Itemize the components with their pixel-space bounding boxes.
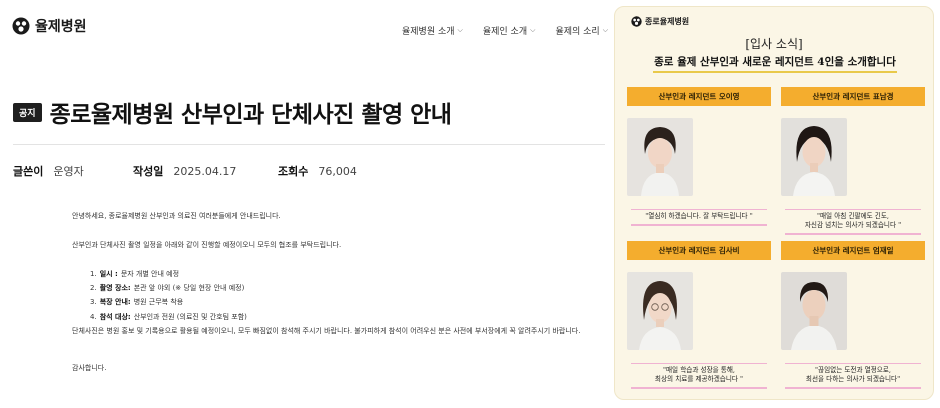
list-label: 복장 안내: <box>99 298 131 307</box>
main-nav: 율제병원 소개 ⌵ 율제인 소개 ⌵ 율제의 소리 ⌵ <box>402 24 608 37</box>
quote-line: "매일 학습과 성장을 통해, <box>662 366 736 374</box>
resident-card: 산부인과 레지던트 김사비 "매일 학습과 성장을 통해, 최상의 치료를 제공… <box>627 241 771 389</box>
nav-item-about[interactable]: 율제병원 소개 ⌵ <box>402 24 463 37</box>
list-number: 2. <box>90 284 97 293</box>
nav-item-staff[interactable]: 율제인 소개 ⌵ <box>483 24 536 37</box>
list-number: 3. <box>90 298 97 307</box>
meta-views: 조회수 76,004 <box>278 163 357 179</box>
greeting-text: 안녕하세요, 종로율제병원 산부인과 의료진 여러분들에게 안내드립니다. <box>72 212 281 220</box>
nav-label: 율제의 소리 <box>555 27 600 37</box>
poster-logo: 종로율제병원 <box>631 16 689 27</box>
title-divider <box>13 144 605 145</box>
resident-card: 산부인과 레지던트 오이영 "열심히 하겠습니다. 잘 부탁드립니다 " <box>627 87 771 226</box>
chevron-down-icon: ⌵ <box>530 26 536 34</box>
page-title: 종로율제병원 산부인과 단체사진 촬영 안내 <box>49 102 452 128</box>
list-item: 3. 복장 안내: 병원 근무복 착용 <box>90 297 612 307</box>
meta-date: 작성일 2025.04.17 <box>133 163 278 179</box>
quote-line: "매일 아침 긴팔에도 긴도, <box>816 212 890 220</box>
resident-name-label: 산부인과 레지던트 표남경 <box>781 87 925 106</box>
list-label: 촬영 장소: <box>99 284 131 293</box>
poster-logo-text: 종로율제병원 <box>645 17 690 26</box>
views-value: 76,004 <box>318 165 357 178</box>
resident-portrait <box>627 118 693 196</box>
quote-line: 최상의 치료를 제공하겠습니다 " <box>654 375 744 383</box>
notice-badge: 공지 <box>13 102 42 122</box>
author-label: 글쓴이 <box>13 165 44 178</box>
closing-text: 감사합니다. <box>72 363 107 372</box>
post-meta: 글쓴이 운영자 작성일 2025.04.17 조회수 76,004 <box>13 163 357 179</box>
list-text: 병원 근무복 착용 <box>133 298 184 307</box>
quote-line: 자신감 넘치는 의사가 되겠습니다 " <box>804 221 902 229</box>
resident-card: 산부인과 레지던트 표남경 "매일 아침 긴팔에도 긴도, 자신감 넘치는 의사… <box>781 87 925 235</box>
resident-portrait <box>627 272 693 350</box>
chevron-down-icon: ⌵ <box>457 26 463 34</box>
list-number: 1. <box>90 270 97 278</box>
logo-emblem-icon <box>631 16 642 27</box>
nav-label: 율제병원 소개 <box>402 27 455 37</box>
resident-announcement-poster: 종로율제병원 [입사 소식] 종로 율제 산부인과 새로운 레지던트 4인을 소… <box>614 6 934 400</box>
nav-item-voice[interactable]: 율제의 소리 ⌵ <box>555 24 608 37</box>
note-text: 단체사진은 병원 홍보 및 기록용으로 활용될 예정이오니, 모두 빠짐없이 참… <box>72 326 581 335</box>
list-text: 문자 개별 안내 예정 <box>120 270 180 278</box>
subheading-underline <box>653 71 897 73</box>
poster-heading: [입사 소식] <box>745 37 803 51</box>
list-label: 참석 대상: <box>99 312 131 321</box>
resident-card: 산부인과 레지던트 엄재일 "끊임없는 도전과 열정으로, 최선을 다하는 의사… <box>781 241 925 389</box>
poster-subheading: 종로 율제 산부인과 새로운 레지던트 4인을 소개합니다 <box>654 56 896 68</box>
views-label: 조회수 <box>278 165 309 178</box>
resident-portrait <box>781 272 847 350</box>
schedule-list: 1. 일시 : 문자 개별 안내 예정 2. 촬영 장소: 본관 앞 야외 (※… <box>90 269 612 322</box>
list-text: 본관 앞 야외 (※ 당일 현장 안내 예정) <box>133 284 245 293</box>
list-number: 4. <box>90 312 97 321</box>
resident-name-label: 산부인과 레지던트 김사비 <box>627 241 771 260</box>
chevron-down-icon: ⌵ <box>602 26 609 34</box>
quote-line: "열심히 하겠습니다. 잘 부탁드립니다 " <box>645 212 753 220</box>
resident-quote: "끊임없는 도전과 열정으로, 최선을 다하는 의사가 되겠습니다" <box>785 363 921 389</box>
resident-name-label: 산부인과 레지던트 오이영 <box>627 87 771 106</box>
resident-quote: "매일 아침 긴팔에도 긴도, 자신감 넘치는 의사가 되겠습니다 " <box>785 209 921 235</box>
post-title-row: 공지 종로율제병원 산부인과 단체사진 촬영 안내 <box>13 95 452 129</box>
list-item: 4. 참석 대상: 산부인과 전원 (의료진 및 간호팀 포함) <box>90 312 612 322</box>
quote-line: 최선을 다하는 의사가 되겠습니다" <box>805 375 901 383</box>
meta-author: 글쓴이 운영자 <box>13 163 133 179</box>
logo-text: 율제병원 <box>35 19 87 35</box>
quote-line: "끊임없는 도전과 열정으로, <box>814 366 892 374</box>
intro-text: 산부인과 단체사진 촬영 일정을 아래와 같이 진행할 예정이오니 모두의 협조… <box>72 241 342 249</box>
date-value: 2025.04.17 <box>173 165 237 178</box>
resident-name-label: 산부인과 레지던트 엄재일 <box>781 241 925 260</box>
resident-quote: "열심히 하겠습니다. 잘 부탁드립니다 " <box>631 209 767 226</box>
author-value: 운영자 <box>53 165 84 178</box>
resident-portrait <box>781 118 847 196</box>
date-label: 작성일 <box>133 165 164 178</box>
logo-emblem-icon <box>12 17 30 35</box>
list-item: 1. 일시 : 문자 개별 안내 예정 <box>90 269 612 279</box>
list-label: 일시 : <box>99 270 118 278</box>
list-text: 산부인과 전원 (의료진 및 간호팀 포함) <box>133 312 247 321</box>
list-item: 2. 촬영 장소: 본관 앞 야외 (※ 당일 현장 안내 예정) <box>90 283 612 293</box>
resident-quote: "매일 학습과 성장을 통해, 최상의 치료를 제공하겠습니다 " <box>631 363 767 389</box>
nav-label: 율제인 소개 <box>482 27 528 37</box>
post-body: 안녕하세요, 종로율제병원 산부인과 의료진 여러분들에게 안내드립니다. 산부… <box>72 211 612 373</box>
hospital-logo[interactable]: 율제병원 <box>12 16 87 36</box>
